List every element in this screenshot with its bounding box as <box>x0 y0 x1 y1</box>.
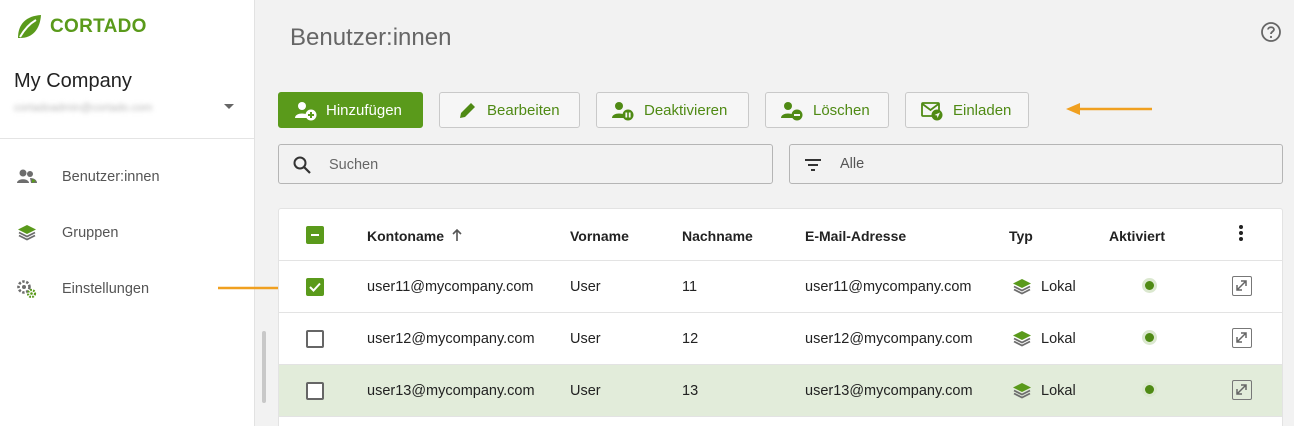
logo-text: CORTADO <box>50 16 147 37</box>
local-type-icon <box>1013 331 1031 347</box>
row-checkbox[interactable] <box>306 330 324 348</box>
expand-icon <box>1236 280 1247 291</box>
local-type-icon <box>1013 279 1031 295</box>
cell-account: user11@mycompany.com <box>367 279 534 295</box>
layers-icon <box>18 225 36 241</box>
pencil-icon <box>460 103 475 118</box>
column-options-kebab-icon[interactable] <box>1237 225 1245 245</box>
app-window: CORTADO My Company cortadoadmin@cortado.… <box>0 0 1294 426</box>
company-dropdown-caret-icon[interactable] <box>224 104 234 109</box>
cell-email: user11@mycompany.com <box>805 279 972 295</box>
leaf-logo-icon <box>18 15 41 38</box>
cell-firstname: User <box>570 331 601 347</box>
sidebar-item-label: Gruppen <box>62 225 119 241</box>
invite-label: Einladen <box>953 102 1012 119</box>
cell-type: Lokal <box>1041 279 1076 295</box>
company-name: My Company <box>14 70 132 92</box>
edit-label: Bearbeiten <box>487 102 560 119</box>
add-user-button[interactable]: Hinzufügen <box>278 92 423 128</box>
sidebar-divider <box>0 138 254 139</box>
delete-label: Löschen <box>813 102 870 119</box>
sidebar-scrollbar[interactable] <box>262 331 266 403</box>
edit-button[interactable]: Bearbeiten <box>439 92 580 128</box>
column-header-type[interactable]: Typ <box>1009 228 1033 244</box>
cell-account: user13@mycompany.com <box>367 383 535 399</box>
sidebar: CORTADO My Company cortadoadmin@cortado.… <box>0 0 266 426</box>
sidebar-item-groups[interactable]: Gruppen <box>0 213 254 253</box>
column-header-activated[interactable]: Aktiviert <box>1109 228 1165 244</box>
activated-status-icon <box>1145 281 1154 290</box>
filter-icon <box>805 159 821 171</box>
filter-field[interactable]: Alle <box>789 144 1283 184</box>
cell-type: Lokal <box>1041 383 1076 399</box>
delete-button[interactable]: Löschen <box>765 92 889 128</box>
open-details-button[interactable] <box>1232 328 1252 348</box>
invite-button[interactable]: Einladen <box>905 92 1029 128</box>
cell-lastname: 12 <box>682 331 699 347</box>
cell-firstname: User <box>570 383 601 399</box>
annotation-arrow-icon <box>1066 103 1152 115</box>
cell-email: user13@mycompany.com <box>805 383 973 399</box>
cell-email: user12@mycompany.com <box>805 331 973 347</box>
deactivate-button[interactable]: Deaktivieren <box>596 92 749 128</box>
logo[interactable]: CORTADO <box>14 12 147 42</box>
search-field[interactable] <box>278 144 773 184</box>
sidebar-item-settings[interactable]: Einstellungen <box>0 269 254 309</box>
select-all-checkbox[interactable] <box>306 226 324 244</box>
search-icon <box>293 156 311 174</box>
row-checkbox[interactable] <box>306 382 324 400</box>
sidebar-item-label: Benutzer:innen <box>62 169 160 185</box>
deactivate-label: Deaktivieren <box>644 102 728 119</box>
open-details-button[interactable] <box>1232 380 1252 400</box>
sidebar-item-label: Einstellungen <box>62 281 150 297</box>
activated-status-icon <box>1145 385 1154 394</box>
search-input[interactable] <box>329 154 629 176</box>
column-header-account[interactable]: Kontoname <box>367 228 444 244</box>
column-header-firstname[interactable]: Vorname <box>570 228 629 244</box>
sort-ascending-icon[interactable] <box>451 228 463 242</box>
open-details-button[interactable] <box>1232 276 1252 296</box>
cell-account: user12@mycompany.com <box>367 331 535 347</box>
add-user-label: Hinzufügen <box>326 102 402 119</box>
company-email: cortadoadmin@cortado.com <box>14 102 153 114</box>
activated-status-icon <box>1145 333 1154 342</box>
users-table: Kontoname Vorname Nachname E-Mail-Adress… <box>278 208 1283 426</box>
table-row[interactable]: user13@mycompany.com User 13 user13@myco… <box>279 365 1282 417</box>
checkmark-icon <box>309 282 321 292</box>
table-row[interactable]: user11@mycompany.com User 11 user11@myco… <box>279 261 1282 313</box>
mail-invite-icon <box>921 102 943 121</box>
cell-lastname: 13 <box>682 383 699 399</box>
cell-firstname: User <box>570 279 601 295</box>
page-title: Benutzer:innen <box>290 24 452 51</box>
remove-user-icon <box>781 102 803 121</box>
help-icon[interactable] <box>1260 21 1282 43</box>
expand-icon <box>1236 332 1247 343</box>
sidebar-item-users[interactable]: Benutzer:innen <box>0 157 254 197</box>
users-icon <box>17 169 37 183</box>
filter-value: Alle <box>840 156 865 172</box>
cell-lastname: 11 <box>682 279 698 295</box>
expand-icon <box>1236 384 1247 395</box>
column-header-lastname[interactable]: Nachname <box>682 228 753 244</box>
deactivate-user-icon <box>612 102 634 121</box>
table-header-row: Kontoname Vorname Nachname E-Mail-Adress… <box>279 209 1282 261</box>
cell-type: Lokal <box>1041 331 1076 347</box>
column-header-email[interactable]: E-Mail-Adresse <box>805 228 906 244</box>
settings-icon <box>17 280 37 299</box>
table-row[interactable]: user12@mycompany.com User 12 user12@myco… <box>279 313 1282 365</box>
row-checkbox[interactable] <box>306 278 324 296</box>
add-user-icon <box>295 102 317 121</box>
indeterminate-icon <box>311 234 319 236</box>
local-type-icon <box>1013 383 1031 399</box>
